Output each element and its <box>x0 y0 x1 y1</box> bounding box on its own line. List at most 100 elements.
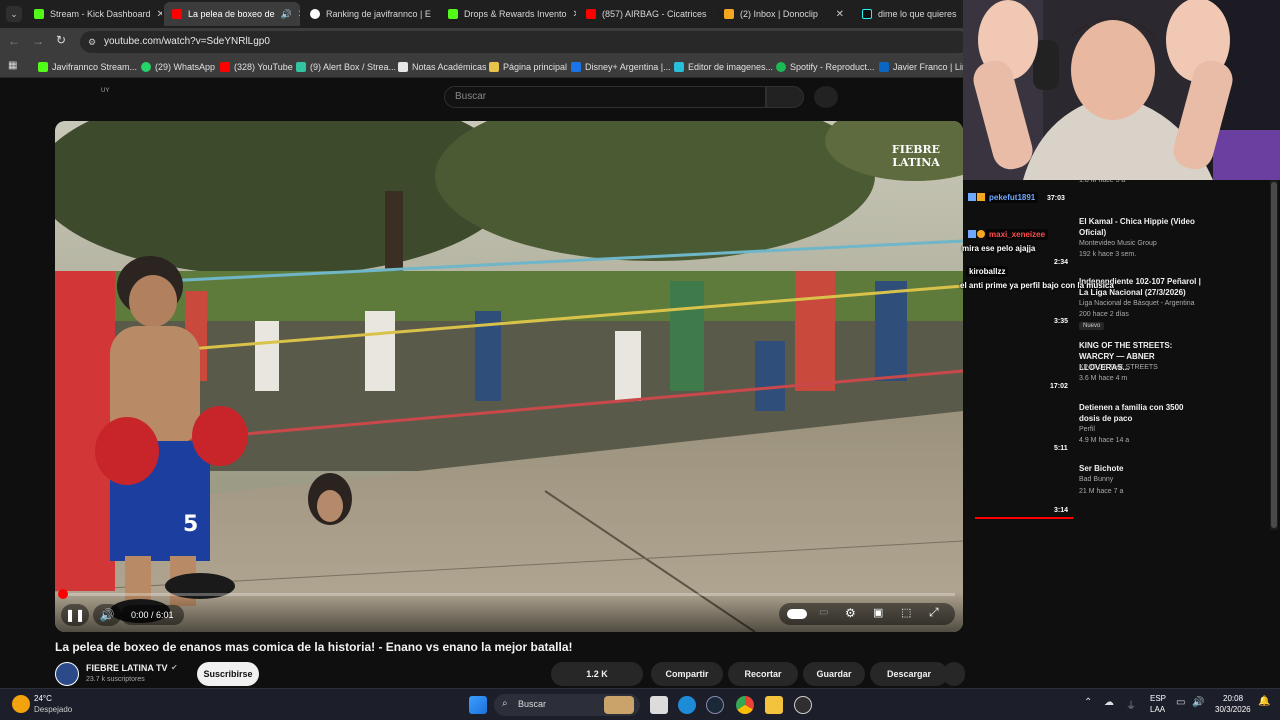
tab-youtube-video[interactable]: La pelea de boxeo de 🔊 ✕ <box>164 2 300 26</box>
network-icon[interactable]: ▭ <box>1176 697 1185 708</box>
close-tab-icon[interactable]: ✕ <box>830 9 844 20</box>
weather-desc[interactable]: Despejado <box>34 705 72 714</box>
clip-button[interactable]: Recortar <box>728 662 798 686</box>
rec-duration: 5:11 <box>1054 445 1068 452</box>
like-button[interactable]: 1.2 K <box>551 662 643 686</box>
progress-scrubber[interactable] <box>58 589 68 599</box>
rec-title: El Kamal - Chica Hippie (Video Oficial) <box>1079 217 1195 237</box>
bookmark-youtube[interactable]: (328) YouTube <box>220 60 293 74</box>
file-explorer-icon[interactable] <box>765 696 783 714</box>
bookmark-pagina-principal[interactable]: Página principal <box>489 60 567 74</box>
forward-icon[interactable]: → <box>32 34 44 48</box>
bookmark-linkedin[interactable]: Javier Franco | Link <box>879 60 971 74</box>
bookmark-spotify[interactable]: Spotify - Reproduct... <box>776 60 875 74</box>
recommendation-item[interactable]: KING OF THE STREETS: WARCRY — ABNER LLOV… <box>975 340 1270 400</box>
pause-button[interactable]: ❚❚ <box>61 604 89 626</box>
tab-drops-rewards[interactable]: Drops & Rewards Invento ✕ <box>440 2 576 26</box>
rec-duration: 37:03 <box>1047 195 1065 202</box>
spotify-icon <box>776 62 786 72</box>
chat-badge-icon <box>968 193 976 201</box>
clock-time[interactable]: 20:08 <box>1223 694 1243 703</box>
address-bar[interactable]: ⚙ youtube.com/watch?v=SdeYNRlLgp0 <box>80 31 970 53</box>
search-button[interactable] <box>766 86 804 108</box>
close-tab-icon[interactable]: ✕ <box>567 9 576 20</box>
save-button[interactable]: Guardar <box>803 662 865 686</box>
autoplay-toggle[interactable] <box>787 609 807 619</box>
tab-donoclip[interactable]: (2) Inbox | Donoclip ✕ <box>716 2 852 26</box>
recommendation-item[interactable]: Ser Bichote Bad Bunny 21 M hace 7 a 3:14 <box>975 463 1270 523</box>
close-tab-icon[interactable]: ✕ <box>431 9 438 20</box>
tab-label: dime lo que quieres <box>878 9 957 19</box>
bookmark-alertbox[interactable]: (9) Alert Box / Strea... <box>296 60 396 74</box>
download-button[interactable]: Descargar <box>870 662 948 686</box>
close-tab-icon[interactable]: ✕ <box>151 9 162 20</box>
share-button[interactable]: Compartir <box>651 662 723 686</box>
bookmark-editor[interactable]: Editor de imagenes... <box>674 60 773 74</box>
fullscreen-icon[interactable]: ⤢ <box>929 605 939 620</box>
settings-icon[interactable]: ⚙ <box>845 606 856 620</box>
chat-badge-icon <box>977 230 985 238</box>
weather-icon[interactable] <box>12 695 30 713</box>
scrollbar-thumb[interactable] <box>1271 182 1277 528</box>
rec-title: Ser Bichote <box>1079 464 1124 473</box>
youtube-icon <box>172 9 182 19</box>
tab-kick-dashboard[interactable]: Stream - Kick Dashboard ✕ <box>26 2 162 26</box>
reload-icon[interactable]: ↻ <box>56 33 66 47</box>
tab-search-icon[interactable]: ⌄ <box>6 6 22 22</box>
bookmark-disney[interactable]: Disney+ Argentina |... <box>571 60 671 74</box>
progress-bar[interactable] <box>58 589 955 599</box>
chrome-icon[interactable] <box>736 696 754 714</box>
chat-username: kiroballzz <box>966 266 1009 277</box>
language-code[interactable]: ESP <box>1150 694 1166 703</box>
notifications-icon[interactable]: 🔔 <box>1258 696 1270 707</box>
site-info-icon[interactable]: ⚙ <box>88 31 96 53</box>
channel-avatar[interactable] <box>55 662 79 686</box>
tab-ranking[interactable]: Ranking de javifrannco | E ✕ <box>302 2 438 26</box>
video-player[interactable]: 5 FIEBRE LATINA ❚❚ 🔊 0:00 / 6:01 ▭ ⚙ ▣ ⬚… <box>55 121 963 632</box>
channel-row: FIEBRE LATINA TV ✔ 23.7 k suscriptores S… <box>55 662 965 688</box>
weather-temp[interactable]: 24°C <box>34 694 52 703</box>
back-icon[interactable]: ← <box>8 34 20 48</box>
rec-duration: 3:35 <box>1054 318 1069 325</box>
more-actions-button[interactable] <box>943 662 965 686</box>
edge-icon[interactable] <box>678 696 696 714</box>
disney-icon <box>571 62 581 72</box>
close-tab-icon[interactable]: ✕ <box>292 9 300 20</box>
rec-meta: 4.9 M hace 14 a <box>1079 437 1130 444</box>
cloud-icon[interactable]: ☁ <box>1104 697 1114 708</box>
bookmark-kick[interactable]: Javifrannco Stream... <box>38 60 137 74</box>
volume-button[interactable]: 🔊 <box>93 604 121 626</box>
url-text: youtube.com/watch?v=SdeYNRlLgp0 <box>104 36 270 47</box>
subscribe-button[interactable]: Suscribirse <box>197 662 259 686</box>
tab-tiktok[interactable]: dime lo que quieres <box>854 2 964 26</box>
clock-date[interactable]: 30/3/2026 <box>1215 705 1251 714</box>
miniplayer-icon[interactable]: ▣ <box>873 606 883 619</box>
language-layout[interactable]: LAA <box>1150 705 1165 714</box>
kick-icon <box>448 9 458 19</box>
bookmark-notas[interactable]: Notas Académicas <box>398 60 487 74</box>
apps-grid-icon[interactable]: ▦ <box>8 60 17 71</box>
subtitles-icon[interactable]: ▭ <box>819 607 828 618</box>
bookmark-whatsapp[interactable]: (29) WhatsApp <box>141 60 215 74</box>
usb-icon[interactable]: ⏚ <box>1126 697 1136 712</box>
task-view-icon[interactable] <box>650 696 668 714</box>
voice-search-button[interactable] <box>814 86 838 108</box>
cast-icon[interactable]: ⬚ <box>901 606 911 619</box>
like-count: 1.2 K <box>586 669 608 679</box>
start-icon[interactable] <box>469 696 487 714</box>
chat-message: mira ese pelo ajajja <box>962 244 1036 253</box>
channel-name[interactable]: FIEBRE LATINA TV <box>86 663 168 673</box>
speaker-icon[interactable]: 🔊 <box>281 9 292 20</box>
chat-username: maxi_xeneizee <box>986 229 1049 240</box>
kick-icon <box>34 9 44 19</box>
taskbar-search[interactable]: ⌕ Buscar <box>494 694 640 716</box>
show-hidden-icons[interactable]: ⌃ <box>1084 697 1092 708</box>
volume-tray-icon[interactable]: 🔊 <box>1192 697 1204 708</box>
page-icon <box>489 62 499 72</box>
search-input[interactable]: Buscar <box>444 86 766 108</box>
recommendation-item[interactable]: Detienen a familia con 3500 dosis de pac… <box>975 402 1270 462</box>
close-tab-icon[interactable]: ✕ <box>707 9 714 20</box>
tab-airbag[interactable]: (857) AIRBAG - Cicatrices ✕ <box>578 2 714 26</box>
obs-icon[interactable] <box>794 696 812 714</box>
steam-icon[interactable] <box>706 696 724 714</box>
